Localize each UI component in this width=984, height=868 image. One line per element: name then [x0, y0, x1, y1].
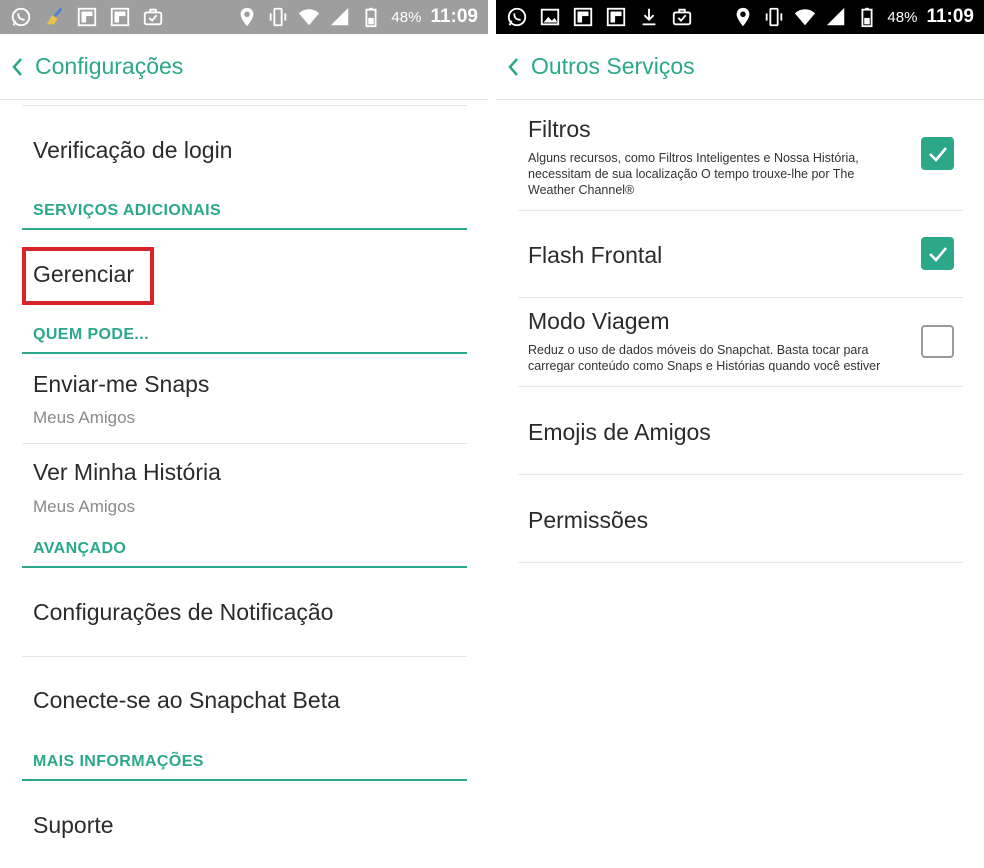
section-divider	[22, 779, 467, 781]
section-header-additional-services: SERVIÇOS ADICIONAIS	[33, 202, 222, 219]
battery-icon	[360, 6, 382, 28]
support-item[interactable]: Suporte	[22, 782, 467, 868]
vibrate-icon	[763, 6, 785, 28]
front-flash-checkbox[interactable]	[921, 237, 954, 270]
cleaner-icon	[43, 6, 65, 28]
send-snaps-item[interactable]: Enviar-me Snaps Meus Amigos	[22, 355, 467, 443]
battery-icon	[856, 6, 878, 28]
snapchat-beta-item[interactable]: Conecte-se ao Snapchat Beta	[22, 657, 467, 744]
briefcase-check-icon	[671, 6, 693, 28]
flipboard-icon	[605, 6, 627, 28]
view-story-item[interactable]: Ver Minha História Meus Amigos	[22, 444, 467, 532]
whatsapp-icon	[506, 6, 528, 28]
clock: 11:09	[926, 6, 974, 27]
section-divider	[22, 352, 467, 354]
section-header-more-info: MAIS INFORMAÇÕES	[33, 753, 204, 770]
page-title: Configurações	[35, 53, 184, 79]
location-icon	[236, 6, 258, 28]
front-flash-item[interactable]: Flash Frontal	[518, 211, 963, 297]
travel-mode-checkbox[interactable]	[921, 325, 954, 358]
clock: 11:09	[430, 6, 478, 27]
friend-emojis-item[interactable]: Emojis de Amigos	[518, 387, 963, 474]
wifi-icon	[298, 6, 320, 28]
vibrate-icon	[267, 6, 289, 28]
section-header-who-can: QUEM PODE...	[33, 326, 149, 343]
briefcase-check-icon	[142, 6, 164, 28]
item-label: Suporte	[33, 812, 114, 838]
battery-percent: 48%	[391, 8, 422, 26]
battery-percent: 48%	[887, 8, 918, 26]
item-description: Reduz o uso de dados móveis do Snapchat.…	[528, 343, 881, 372]
flipboard-icon	[572, 6, 594, 28]
section-header-advanced: AVANÇADO	[33, 540, 127, 557]
item-label: Configurações de Notificação	[33, 599, 334, 625]
item-value: Meus Amigos	[33, 408, 136, 427]
signal-icon	[825, 6, 847, 28]
item-label: Permissões	[528, 507, 649, 533]
item-label: Modo Viagem	[528, 308, 670, 334]
back-chevron-icon[interactable]	[10, 55, 24, 79]
right-screen: 48% 11:09 Outros Serviços Filtros Alguns…	[496, 0, 984, 868]
check-icon	[928, 146, 947, 162]
notification-settings-item[interactable]: Configurações de Notificação	[22, 569, 467, 656]
left-screen: 48% 11:09 Configurações Verificação de l…	[0, 0, 488, 868]
status-bar: 48% 11:09	[496, 0, 984, 34]
check-icon	[928, 246, 947, 262]
section-divider	[22, 228, 467, 230]
permissions-item[interactable]: Permissões	[518, 475, 963, 562]
filters-item[interactable]: Filtros Alguns recursos, como Filtros In…	[518, 100, 963, 210]
login-verification-item[interactable]: Verificação de login	[22, 105, 467, 190]
item-label: Enviar-me Snaps	[33, 371, 210, 397]
flipboard-icon	[76, 6, 98, 28]
divider	[518, 562, 963, 563]
item-label: Filtros	[528, 116, 591, 142]
signal-icon	[329, 6, 351, 28]
highlight-annotation	[22, 247, 154, 305]
page-title: Outros Serviços	[531, 53, 695, 79]
item-label: Ver Minha História	[33, 459, 221, 485]
status-bar: 48% 11:09	[0, 0, 488, 34]
back-chevron-icon[interactable]	[506, 55, 520, 79]
section-divider	[22, 566, 467, 568]
item-label: Emojis de Amigos	[528, 419, 711, 445]
item-label: Conecte-se ao Snapchat Beta	[33, 687, 340, 713]
item-description: Alguns recursos, como Filtros Inteligent…	[528, 151, 859, 197]
item-label: Flash Frontal	[528, 242, 663, 268]
app-bar: Outros Serviços	[496, 34, 984, 100]
location-icon	[732, 6, 754, 28]
whatsapp-icon	[10, 6, 32, 28]
wifi-icon	[794, 6, 816, 28]
item-label: Verificação de login	[33, 137, 233, 163]
gallery-icon	[539, 6, 561, 28]
screen-gap	[488, 0, 496, 868]
filters-checkbox[interactable]	[921, 137, 954, 170]
download-icon	[638, 6, 660, 28]
app-bar: Configurações	[0, 34, 488, 100]
flipboard-icon	[109, 6, 131, 28]
item-value: Meus Amigos	[33, 497, 136, 516]
travel-mode-item[interactable]: Modo Viagem Reduz o uso de dados móveis …	[518, 298, 963, 386]
